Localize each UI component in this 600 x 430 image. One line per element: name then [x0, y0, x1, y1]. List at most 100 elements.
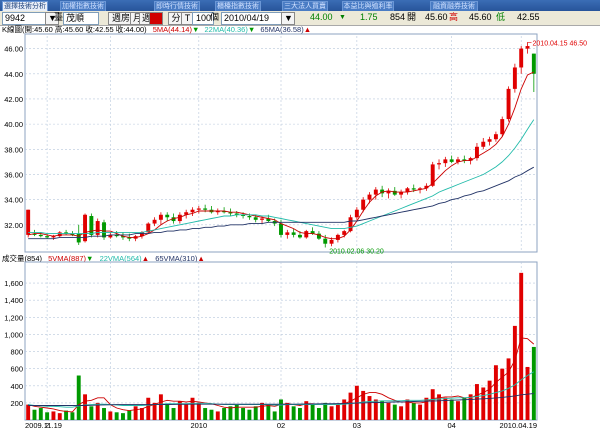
volume-bar [45, 412, 50, 420]
candle-body [329, 239, 334, 244]
volume-bar [114, 412, 119, 420]
volume-bar [298, 408, 302, 420]
volume-bar [57, 413, 62, 420]
x-axis-label: 04 [447, 421, 455, 430]
candle-body [304, 231, 309, 238]
volume-bar [531, 346, 536, 420]
volume-bar [430, 389, 435, 420]
x-axis-label: 02 [277, 421, 285, 430]
volume-bar [26, 404, 31, 420]
candle-body [361, 199, 366, 210]
candle-body [102, 222, 106, 238]
candle-body [26, 209, 31, 235]
volume-bar [462, 397, 467, 420]
stock-code-input[interactable]: 9942 [2, 12, 46, 25]
volume-bar [487, 380, 492, 420]
volume-bar [209, 409, 214, 420]
volume-bar [146, 397, 151, 420]
price-tick-label: 34.00 [4, 196, 23, 205]
volume-bar [83, 394, 88, 420]
date-dropdown-icon[interactable]: ▼ [281, 12, 295, 25]
high-label: 高 [449, 12, 459, 22]
candle-body [285, 232, 290, 235]
volume-bar [272, 411, 277, 420]
stock-chart[interactable]: 46.00 44.00 42.00 40.00 38.00 36.00 34.00 32.00… [0, 26, 600, 430]
x-axis-label: 2010 [190, 421, 207, 430]
volume-bar [266, 404, 271, 420]
volume-bar [108, 411, 113, 420]
candle-body [512, 67, 517, 89]
volume-bar [203, 408, 208, 420]
volume-bar [474, 384, 479, 420]
volume-bar [222, 408, 227, 420]
volume-bar [418, 404, 423, 420]
stock-name-field: 茂順 [63, 12, 99, 25]
close-price: 44.00 [310, 12, 333, 22]
candle-body [500, 119, 505, 135]
candle-body [348, 217, 353, 232]
candle-body [158, 214, 163, 220]
candle-body [373, 189, 378, 195]
candle-body [298, 234, 302, 238]
volume-value: 854 [390, 12, 406, 22]
volume-bar [367, 396, 372, 420]
price-tick-label: 40.00 [4, 120, 23, 129]
candle-body [190, 209, 195, 213]
volume-bar [70, 412, 75, 420]
volume-bar [171, 408, 176, 420]
low-value: 42.55 [517, 12, 540, 22]
price-tick-label: 46.00 [4, 45, 23, 54]
x-axis-label: 2 [45, 421, 49, 430]
volume-bar [76, 375, 81, 420]
volume-bar [329, 406, 334, 420]
candle-body [430, 164, 435, 186]
volume-bar [247, 409, 252, 420]
volume-bar [386, 402, 391, 420]
candle-body [437, 163, 441, 165]
volume-bar [519, 272, 524, 420]
volume-bar [399, 406, 404, 420]
price-tick-label: 42.00 [4, 95, 23, 104]
price-panel-frame [24, 33, 538, 253]
candle-body [506, 88, 511, 120]
volume-bar [32, 409, 37, 420]
volume-bar [316, 408, 321, 420]
period-day-button[interactable]: 日 [149, 12, 163, 25]
candle-body [367, 194, 372, 200]
candle-body [411, 188, 416, 190]
volume-tick-label: 800 [10, 348, 23, 357]
candle-body [260, 218, 264, 220]
candle-body [279, 223, 283, 235]
candle-body [291, 232, 296, 235]
date-picker[interactable]: 2010/04/19 [221, 12, 283, 25]
volume-bar [285, 402, 290, 420]
candle-body [38, 234, 43, 237]
quote-toolbar: 9942 ▼ 臺 茂順 週房 月 週 日 分 T 100 個 2010/04/1… [0, 11, 600, 26]
volume-bar [449, 399, 454, 420]
volume-bar [456, 401, 460, 420]
volume-bar [291, 406, 296, 420]
volume-bar [241, 408, 246, 420]
candle-body [354, 209, 359, 218]
candle-body [247, 216, 252, 218]
candle-body [493, 134, 498, 140]
candle-body [335, 234, 340, 240]
open-value: 45.60 [425, 12, 448, 22]
x-axis-label: 2010.04.19 [499, 421, 537, 430]
candle-body [443, 159, 448, 164]
volume-bar [411, 402, 416, 420]
volume-bar [348, 392, 353, 420]
open-label: 開 [407, 12, 417, 22]
bar-count-unit: 個 [210, 12, 220, 22]
volume-bar [196, 402, 201, 420]
volume-bar [392, 404, 397, 420]
high-value: 45.60 [469, 12, 492, 22]
volume-bar [380, 401, 385, 420]
price-change: 1.75 [360, 12, 378, 22]
volume-bar [215, 411, 220, 420]
low-annotation: 2010.02.06 30.20 [329, 248, 384, 255]
market-label: 臺 [54, 12, 64, 22]
candle-body [45, 236, 50, 238]
candle-body [89, 216, 94, 235]
candle-body [323, 238, 328, 244]
